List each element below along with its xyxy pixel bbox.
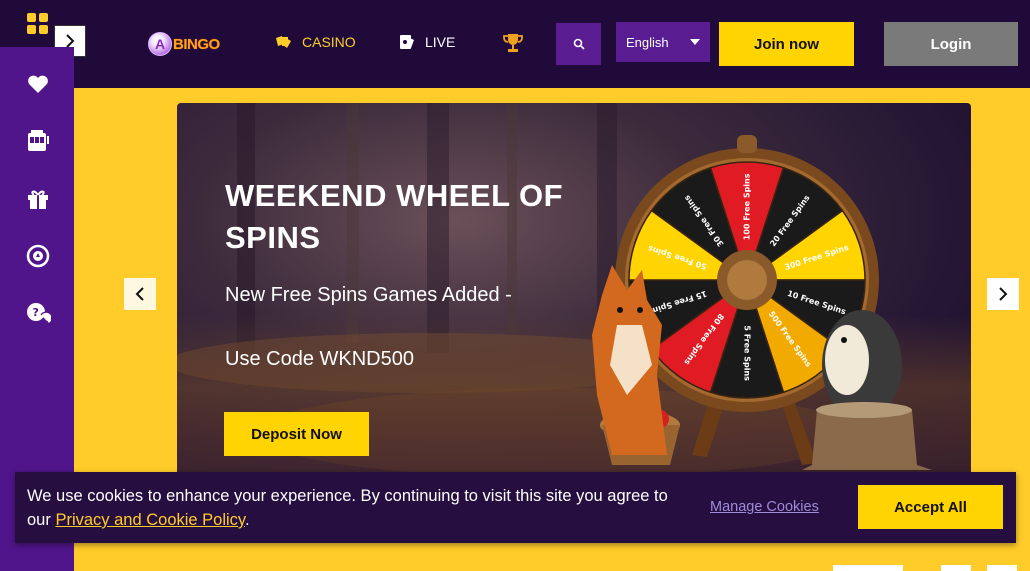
search-icon bbox=[573, 38, 585, 50]
bottom-tab[interactable] bbox=[941, 565, 971, 571]
nav-casino[interactable]: CASINO bbox=[274, 34, 356, 50]
bottom-tab[interactable] bbox=[987, 565, 1017, 571]
sidebar-item-poker[interactable] bbox=[25, 243, 51, 269]
logo-ball-icon: A bbox=[148, 32, 172, 56]
language-value: English bbox=[626, 34, 669, 50]
privacy-policy-link[interactable]: Privacy and Cookie Policy bbox=[55, 511, 245, 529]
nav-casino-label: CASINO bbox=[302, 34, 356, 50]
chevron-left-icon bbox=[135, 287, 144, 301]
accept-all-button[interactable]: Accept All bbox=[858, 485, 1003, 529]
nav-live[interactable]: LIVE bbox=[399, 34, 455, 50]
cookie-message: We use cookies to enhance your experienc… bbox=[27, 484, 687, 532]
prize-wheel-illustration: 30 Free Spins 100 Free Spins 20 Free Spins… bbox=[592, 135, 932, 470]
cookie-banner: We use cookies to enhance your experienc… bbox=[15, 472, 1016, 543]
logo-text: BINGO bbox=[173, 35, 220, 53]
bottom-tab[interactable] bbox=[833, 565, 903, 571]
grid-menu-icon bbox=[27, 13, 49, 35]
language-select[interactable]: English bbox=[616, 22, 710, 62]
sidebar-item-slots[interactable] bbox=[25, 128, 51, 154]
sidebar-item-promotions[interactable] bbox=[25, 186, 51, 212]
trophy-icon bbox=[503, 34, 523, 52]
gift-icon bbox=[28, 190, 48, 209]
banner-subtitle: New Free Spins Games Added - bbox=[225, 284, 512, 306]
live-dealer-icon bbox=[400, 35, 414, 49]
search-button[interactable] bbox=[556, 23, 601, 65]
chevron-down-icon bbox=[690, 39, 700, 45]
cookie-text-end: . bbox=[244, 511, 250, 529]
nav-live-label: LIVE bbox=[425, 34, 456, 50]
help-chat-icon: ? bbox=[27, 303, 53, 326]
chevron-right-icon bbox=[999, 287, 1008, 301]
login-button[interactable]: Login bbox=[884, 22, 1018, 66]
nav-trophy[interactable] bbox=[502, 32, 534, 54]
svg-text:?: ? bbox=[33, 306, 39, 319]
wheel-segment-label: 100 Free Spins bbox=[743, 173, 752, 240]
manage-cookies-link[interactable]: Manage Cookies bbox=[710, 499, 819, 515]
poker-chip-icon bbox=[26, 244, 50, 268]
slot-machine-icon bbox=[28, 130, 49, 151]
top-navbar: A BINGO CASINO LIVE English Join now Log… bbox=[0, 0, 1030, 88]
heart-icon bbox=[28, 75, 48, 93]
join-now-button[interactable]: Join now bbox=[719, 22, 854, 66]
cards-icon bbox=[276, 36, 291, 48]
banner-title: WEEKEND WHEEL OF SPINS bbox=[225, 178, 564, 255]
site-logo[interactable]: A BINGO bbox=[148, 30, 220, 58]
chevron-right-icon bbox=[66, 34, 75, 48]
banner-promo-code: Use Code WKND500 bbox=[225, 348, 414, 370]
sidebar-item-favorites[interactable] bbox=[25, 71, 51, 97]
carousel-next-button[interactable] bbox=[987, 278, 1019, 310]
sidebar-item-help[interactable]: ? bbox=[25, 301, 53, 327]
promo-banner[interactable]: WEEKEND WHEEL OF SPINS New Free Spins Ga… bbox=[177, 103, 971, 495]
wheel-segment-label: 5 Free Spins bbox=[743, 325, 752, 381]
carousel-prev-button[interactable] bbox=[124, 278, 156, 310]
deposit-now-button[interactable]: Deposit Now bbox=[224, 412, 369, 456]
